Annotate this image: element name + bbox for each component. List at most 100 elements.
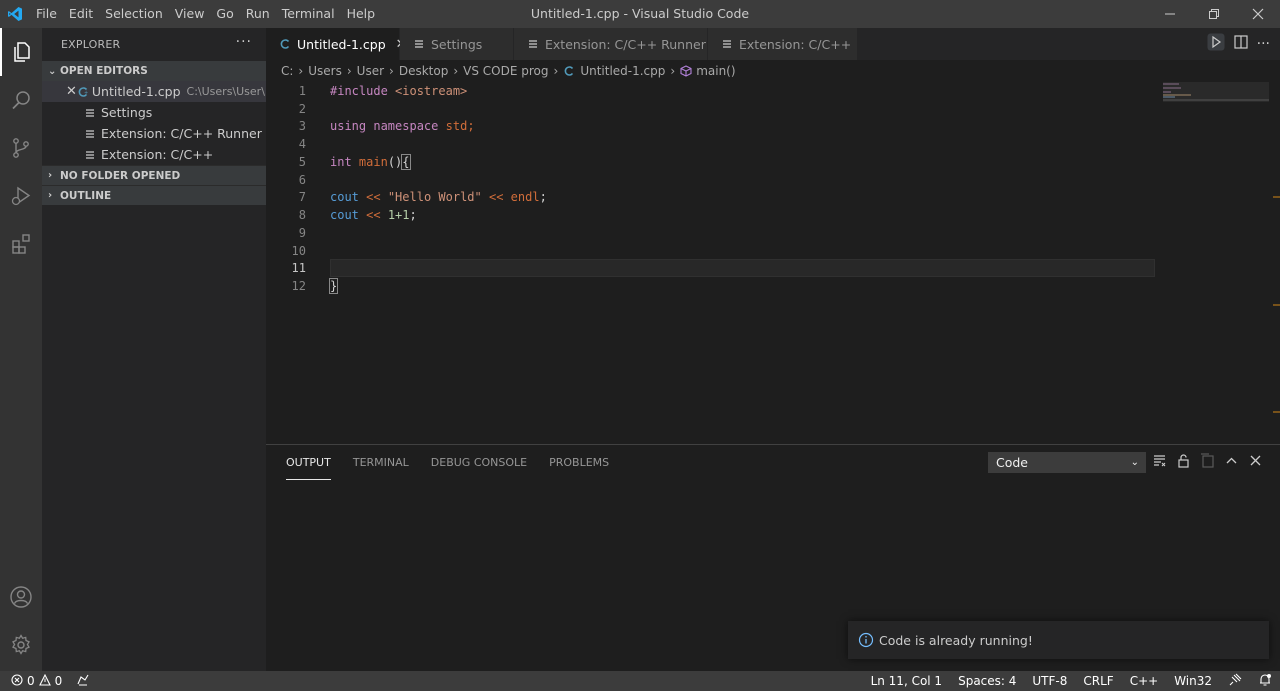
open-editor-path: C:\Users\User\...: [186, 85, 266, 98]
code-token: (): [387, 155, 403, 169]
error-icon[interactable]: [11, 673, 23, 689]
code-token: int: [330, 155, 352, 169]
menu-terminal[interactable]: Terminal: [276, 0, 341, 28]
menu-help[interactable]: Help: [341, 0, 382, 28]
open-editor-item[interactable]: ✕ + Untitled-1.cpp C:\Users\User\...: [42, 81, 266, 102]
split-editor-icon[interactable]: [1233, 34, 1249, 54]
indentation[interactable]: Spaces: 4: [958, 674, 1016, 688]
cpp-file-icon: [563, 65, 575, 77]
breadcrumb-item[interactable]: C:: [281, 64, 293, 78]
open-editors-section[interactable]: ⌄ OPEN EDITORS: [42, 61, 266, 81]
menu-view[interactable]: View: [169, 0, 211, 28]
error-count[interactable]: 0: [27, 674, 35, 688]
vscode-logo-icon[interactable]: [0, 0, 30, 28]
open-editor-name: Extension: C/C++: [101, 147, 214, 162]
outline-section[interactable]: › OUTLINE: [42, 185, 266, 205]
bell-icon[interactable]: [1258, 673, 1272, 690]
open-log-icon[interactable]: [1200, 453, 1215, 472]
chevron-right-icon: ›: [48, 190, 53, 201]
code-token: ;: [409, 208, 417, 222]
chevron-down-icon: ⌄: [48, 65, 57, 77]
breadcrumb-item[interactable]: Desktop: [399, 64, 449, 78]
menu-run[interactable]: Run: [240, 0, 276, 28]
end-of-line[interactable]: CRLF: [1083, 674, 1113, 688]
chevron-right-icon: ›: [670, 64, 676, 78]
code-line: 6: [266, 171, 1156, 189]
code-token: }: [328, 278, 339, 294]
gear-icon[interactable]: [0, 621, 42, 669]
code-token: <<: [488, 190, 504, 204]
open-editor-item[interactable]: ✕ Settings: [42, 102, 266, 123]
maximize-panel-icon[interactable]: [1224, 453, 1239, 472]
tab-label: Extension: C/C++ Runner: [545, 36, 706, 52]
feedback-icon[interactable]: [1228, 673, 1242, 690]
extensions-icon[interactable]: [0, 220, 42, 268]
code-token: #include: [330, 84, 388, 98]
tab-extension-cpp[interactable]: Extension: C/C++: [708, 28, 858, 60]
code-token: cout: [330, 190, 359, 204]
chevron-right-icon: ›: [298, 64, 304, 78]
code-token: ;: [467, 119, 475, 133]
tab-output[interactable]: OUTPUT: [286, 445, 331, 480]
open-editor-name: Untitled-1.cpp: [91, 84, 181, 99]
restore-icon[interactable]: [1192, 0, 1236, 28]
clear-output-icon[interactable]: [1152, 453, 1167, 472]
breadcrumb-item[interactable]: main(): [696, 64, 735, 78]
open-editors-label: OPEN EDITORS: [60, 65, 148, 77]
minimap[interactable]: [1161, 82, 1271, 444]
minimize-icon[interactable]: [1148, 0, 1192, 28]
notification-toast[interactable]: Code is already running!: [848, 621, 1269, 659]
tab-debug-console[interactable]: DEBUG CONSOLE: [431, 445, 527, 480]
menu-file[interactable]: File: [30, 0, 63, 28]
tab-settings[interactable]: Settings: [400, 28, 514, 60]
sidebar-title: EXPLORER: [61, 38, 121, 51]
tab-extension-runner[interactable]: Extension: C/C++ Runner: [514, 28, 708, 60]
search-icon[interactable]: [0, 76, 42, 124]
menu-go[interactable]: Go: [210, 0, 239, 28]
sidebar-header: EXPLORER ···: [42, 28, 266, 61]
tab-terminal[interactable]: TERMINAL: [353, 445, 409, 480]
code-editor[interactable]: 1 #include <iostream> 2 3 using namespac…: [266, 82, 1280, 444]
code-token: endl: [510, 190, 540, 204]
menu-edit[interactable]: Edit: [63, 0, 99, 28]
cursor-position[interactable]: Ln 11, Col 1: [871, 674, 943, 688]
breadcrumb-item[interactable]: Users: [308, 64, 342, 78]
live-share-icon[interactable]: [76, 674, 90, 689]
tab-problems[interactable]: PROBLEMS: [549, 445, 609, 480]
warning-icon[interactable]: [38, 673, 51, 689]
breadcrumb-item[interactable]: VS CODE prog: [463, 64, 548, 78]
output-channel-select[interactable]: Code ⌄: [988, 452, 1146, 473]
source-control-icon[interactable]: [0, 124, 42, 172]
no-folder-section[interactable]: › NO FOLDER OPENED: [42, 165, 266, 185]
platform[interactable]: Win32: [1174, 674, 1212, 688]
warning-count[interactable]: 0: [55, 674, 63, 688]
code-token: 1+1: [387, 208, 410, 222]
svg-text:+: +: [84, 90, 88, 96]
close-window-icon[interactable]: [1236, 0, 1280, 28]
accounts-icon[interactable]: [0, 573, 42, 621]
open-editor-item[interactable]: ✕ Extension: C/C++: [42, 144, 266, 165]
code-token: std: [445, 119, 468, 133]
open-editor-item[interactable]: ✕ Extension: C/C++ Runner: [42, 123, 266, 144]
code-line: 10: [266, 242, 1156, 260]
line-number: 9: [298, 226, 306, 240]
code-token: {: [401, 154, 411, 170]
run-debug-icon[interactable]: [0, 172, 42, 220]
more-actions-icon[interactable]: ···: [1257, 36, 1270, 52]
more-actions-icon[interactable]: ···: [236, 34, 252, 50]
close-panel-icon[interactable]: [1248, 453, 1263, 472]
file-encoding[interactable]: UTF-8: [1032, 674, 1067, 688]
language-mode[interactable]: C++: [1130, 674, 1159, 688]
tab-untitled-cpp[interactable]: Untitled-1.cpp ✕: [266, 28, 407, 60]
run-code-icon[interactable]: [1207, 33, 1225, 55]
breadcrumb-item[interactable]: Untitled-1.cpp: [580, 64, 665, 78]
editor-scrollbar[interactable]: [1271, 82, 1280, 444]
line-number: 10: [291, 244, 306, 258]
menu-selection[interactable]: Selection: [99, 0, 169, 28]
explorer-icon[interactable]: [0, 28, 42, 76]
lock-icon[interactable]: [1176, 453, 1191, 472]
cpp-file-icon: +: [77, 86, 89, 98]
close-icon[interactable]: ✕: [66, 84, 77, 99]
open-editor-name: Extension: C/C++ Runner: [101, 126, 262, 141]
breadcrumb-item[interactable]: User: [357, 64, 384, 78]
